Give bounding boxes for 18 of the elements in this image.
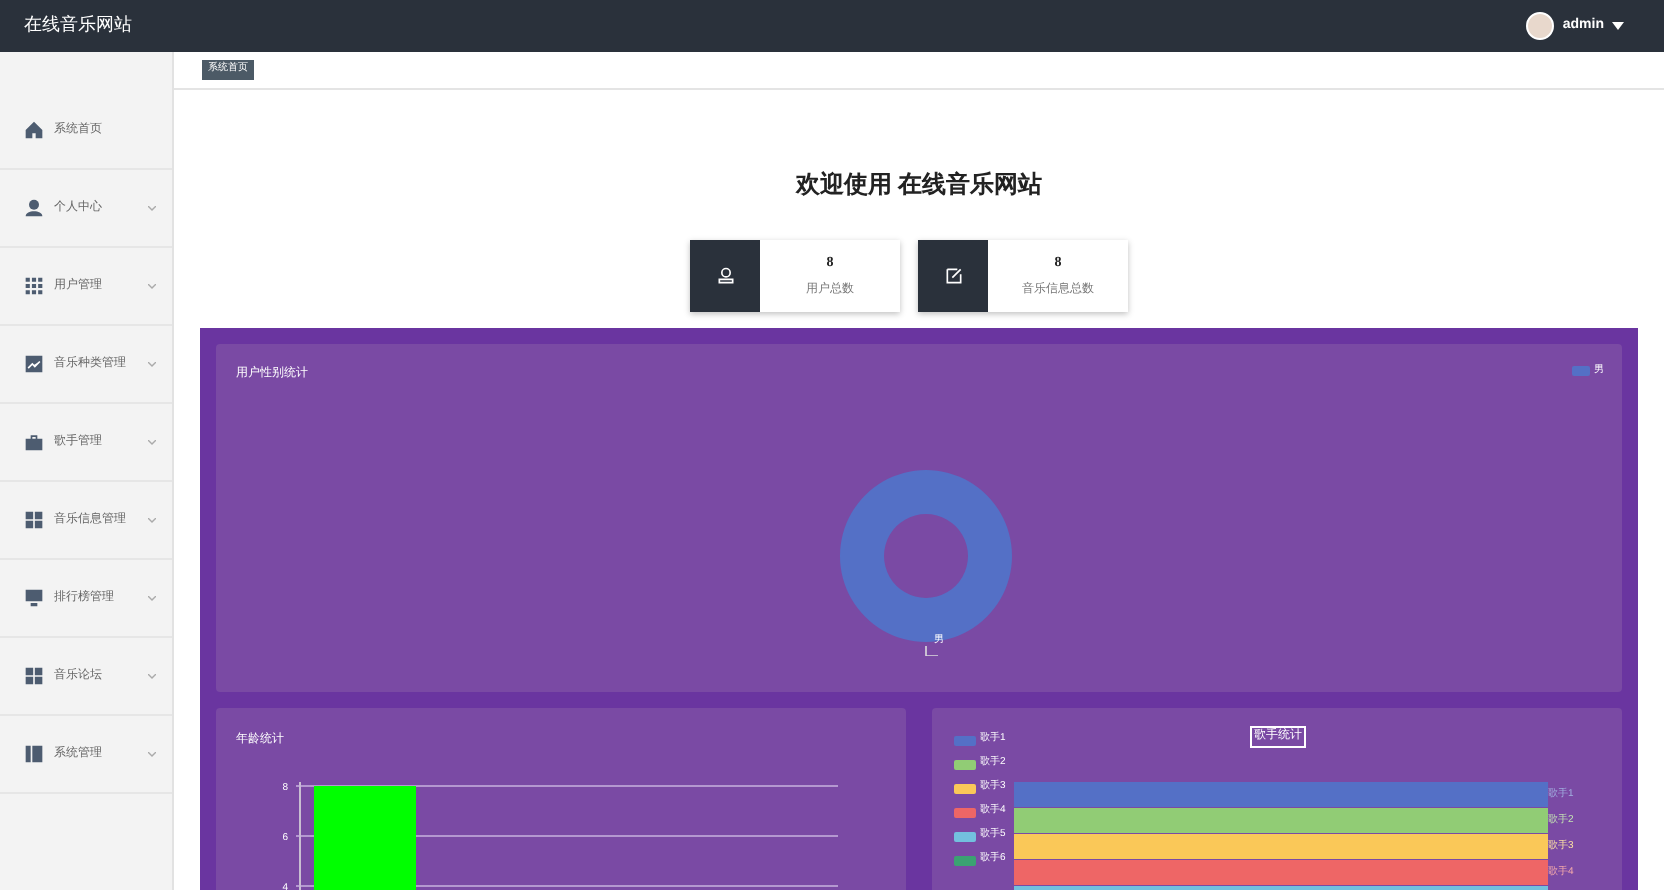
edit-icon (943, 266, 963, 286)
bar (314, 786, 416, 890)
briefcase-icon (24, 432, 44, 452)
tiles-icon (24, 666, 44, 686)
leader-line (925, 645, 939, 656)
book-icon (24, 744, 44, 764)
monitor-icon (24, 588, 44, 608)
chart-icon (24, 354, 44, 374)
site-title: 在线音乐网站 (24, 12, 132, 39)
grid-icon (24, 276, 44, 296)
y-axis (299, 781, 301, 890)
caret-icon (1612, 22, 1624, 30)
avatar-icon (1526, 12, 1555, 40)
home-icon (24, 120, 44, 140)
tiles-icon (24, 510, 44, 530)
user-icon (715, 266, 735, 286)
welcome-heading: 欢迎使用 在线音乐网站 (793, 168, 1045, 202)
user-icon (24, 198, 44, 218)
